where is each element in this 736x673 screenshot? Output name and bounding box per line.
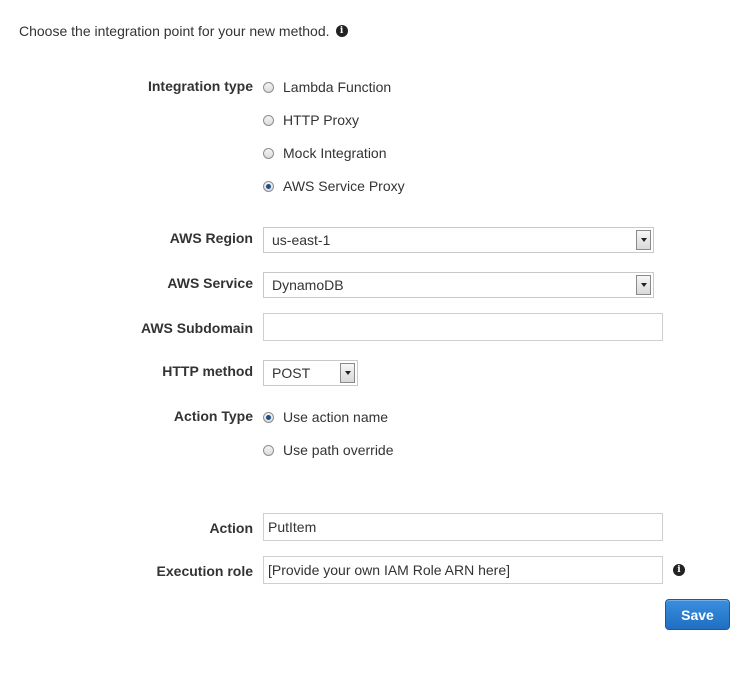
- chevron-down-icon[interactable]: [636, 230, 651, 250]
- radio-label: Lambda Function: [283, 79, 392, 95]
- info-icon[interactable]: i: [673, 564, 685, 576]
- intro-text: Choose the integration point for your ne…: [19, 23, 330, 39]
- aws-service-value: DynamoDB: [272, 277, 344, 293]
- radio-label: AWS Service Proxy: [283, 178, 405, 194]
- radio-button-selected[interactable]: [263, 411, 274, 423]
- aws-subdomain-input[interactable]: [263, 313, 663, 341]
- radio-label: HTTP Proxy: [283, 112, 359, 128]
- radio-lambda-function[interactable]: Lambda Function: [263, 78, 391, 96]
- action-label: Action: [209, 520, 253, 536]
- info-icon[interactable]: i: [335, 25, 348, 37]
- radio-http-proxy[interactable]: HTTP Proxy: [263, 111, 359, 129]
- action-input[interactable]: PutItem: [263, 513, 663, 541]
- aws-region-label: AWS Region: [169, 230, 253, 246]
- http-method-select[interactable]: POST: [263, 360, 358, 386]
- radio-use-action-name[interactable]: Use action name: [263, 408, 388, 426]
- aws-subdomain-label: AWS Subdomain: [141, 320, 253, 336]
- aws-region-value: us-east-1: [272, 232, 331, 248]
- chevron-down-icon[interactable]: [340, 363, 355, 383]
- save-button[interactable]: Save: [665, 599, 730, 630]
- radio-button[interactable]: [263, 114, 274, 126]
- aws-region-select[interactable]: us-east-1: [263, 227, 654, 253]
- aws-service-select[interactable]: DynamoDB: [263, 272, 654, 298]
- radio-use-path-override[interactable]: Use path override: [263, 441, 394, 459]
- radio-button[interactable]: [263, 444, 274, 456]
- radio-button[interactable]: [263, 81, 274, 93]
- execution-role-label: Execution role: [156, 563, 253, 579]
- radio-mock-integration[interactable]: Mock Integration: [263, 144, 387, 162]
- radio-aws-service-proxy[interactable]: AWS Service Proxy: [263, 177, 405, 195]
- action-type-label: Action Type: [173, 408, 253, 424]
- chevron-down-icon[interactable]: [636, 275, 651, 295]
- http-method-label: HTTP method: [162, 363, 253, 379]
- http-method-value: POST: [272, 365, 311, 381]
- radio-label: Use path override: [283, 442, 394, 458]
- radio-label: Use action name: [283, 409, 389, 425]
- radio-button[interactable]: [263, 147, 274, 159]
- aws-service-label: AWS Service: [167, 275, 253, 291]
- integration-type-label: Integration type: [147, 78, 253, 94]
- execution-role-input[interactable]: [Provide your own IAM Role ARN here]: [263, 556, 663, 584]
- intro-line: Choose the integration point for your ne…: [19, 22, 348, 40]
- radio-label: Mock Integration: [283, 145, 387, 161]
- radio-button-selected[interactable]: [263, 180, 274, 192]
